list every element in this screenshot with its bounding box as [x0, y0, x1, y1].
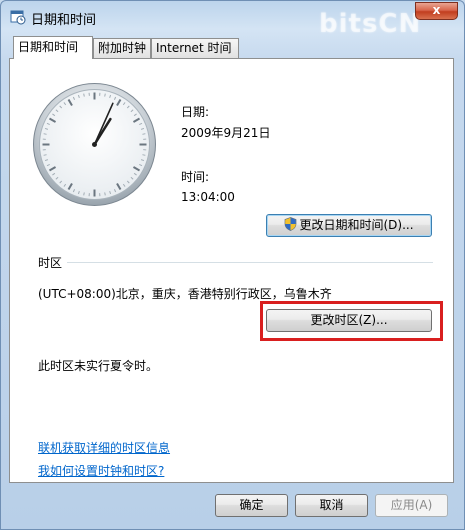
timezone-section-label: 时区: [38, 256, 63, 270]
clock-minute-tick: [142, 133, 146, 135]
clock-minute-tick: [43, 154, 47, 156]
clock-minute-tick: [83, 192, 85, 196]
close-button[interactable]: x: [415, 2, 458, 20]
online-timezone-info-link[interactable]: 联机获取详细的时区信息: [38, 439, 170, 456]
timezone-value: (UTC+08:00)北京，重庆，香港特别行政区，乌鲁木齐: [38, 287, 332, 301]
timezone-divider: [67, 262, 433, 263]
title-bar[interactable]: 日期和时间 bitsCN x: [1, 1, 464, 39]
tab-additional-clocks[interactable]: 附加时钟: [93, 38, 151, 58]
how-to-set-clock-link[interactable]: 我如何设置时钟和时区?: [38, 462, 164, 479]
change-datetime-label: 更改日期和时间(D)...: [299, 218, 414, 232]
ok-button[interactable]: 确定: [215, 494, 288, 517]
date-label: 日期:: [181, 105, 210, 119]
apply-button[interactable]: 应用(A): [375, 494, 448, 517]
time-label: 时间:: [181, 170, 210, 184]
dst-note: 此时区未实行夏令时。: [38, 359, 159, 373]
clock-minute-tick: [43, 133, 47, 135]
change-timezone-button[interactable]: 更改时区(Z)...: [266, 309, 432, 332]
cancel-button[interactable]: 取消: [295, 494, 368, 517]
clock-minute-tick: [142, 154, 146, 156]
clock-minute-tick: [104, 192, 106, 196]
window-title: 日期和时间: [31, 13, 97, 28]
datetime-dialog: 日期和时间 bitsCN x 日期和时间 附加时钟 Internet 时间 日期…: [0, 0, 465, 530]
date-value: 2009年9月21日: [181, 126, 271, 140]
uac-shield-icon: [285, 217, 297, 231]
time-value: 13:04:00: [181, 190, 235, 204]
clock-minute-tick: [104, 93, 106, 97]
tab-date-time[interactable]: 日期和时间: [13, 36, 93, 59]
change-datetime-button[interactable]: 更改日期和时间(D)...: [266, 214, 432, 237]
tab-internet-time[interactable]: Internet 时间: [151, 38, 239, 58]
analog-clock: [32, 82, 157, 207]
datetime-app-icon: [10, 10, 26, 25]
clock-minute-tick: [83, 93, 85, 97]
